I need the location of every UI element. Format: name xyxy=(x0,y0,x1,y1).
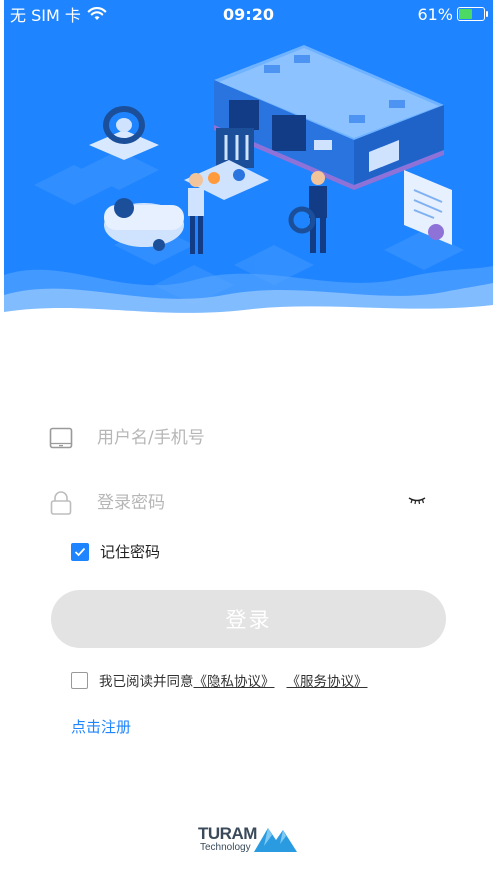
agreement-checkbox[interactable] xyxy=(71,671,88,689)
username-input[interactable] xyxy=(95,427,379,449)
mountain-icon xyxy=(254,828,297,852)
logo-sub: Technology xyxy=(200,842,251,853)
checkmark-icon xyxy=(74,547,86,556)
password-input[interactable] xyxy=(95,492,379,514)
password-field xyxy=(48,483,443,523)
garage-illustration xyxy=(4,45,493,330)
remember-checkbox[interactable] xyxy=(71,542,89,561)
username-field xyxy=(48,418,443,458)
remember-label: 记住密码 xyxy=(100,543,161,561)
register-link[interactable]: 点击注册 xyxy=(71,716,131,737)
service-link[interactable]: 《服务协议》 xyxy=(287,670,368,690)
logo-word: TURAM xyxy=(198,824,257,843)
login-button[interactable]: 登录 xyxy=(51,590,446,648)
agreement-prefix: 我已阅读并同意 xyxy=(99,674,194,690)
remember-password[interactable]: 记住密码 xyxy=(71,541,160,562)
company-logo: TURAM Technology xyxy=(198,822,300,856)
phone-icon xyxy=(49,427,73,449)
hero-banner xyxy=(4,0,493,330)
lock-icon xyxy=(50,491,72,515)
status-bar: 无 SIM 卡 09:20 61% xyxy=(0,0,497,28)
eye-closed-icon[interactable] xyxy=(407,495,427,505)
battery-icon xyxy=(457,7,488,21)
clock: 09:20 xyxy=(223,4,274,24)
agreement-row: 我已阅读并同意 《隐私协议》 《服务协议》 xyxy=(71,670,368,690)
privacy-link[interactable]: 《隐私协议》 xyxy=(194,670,275,690)
